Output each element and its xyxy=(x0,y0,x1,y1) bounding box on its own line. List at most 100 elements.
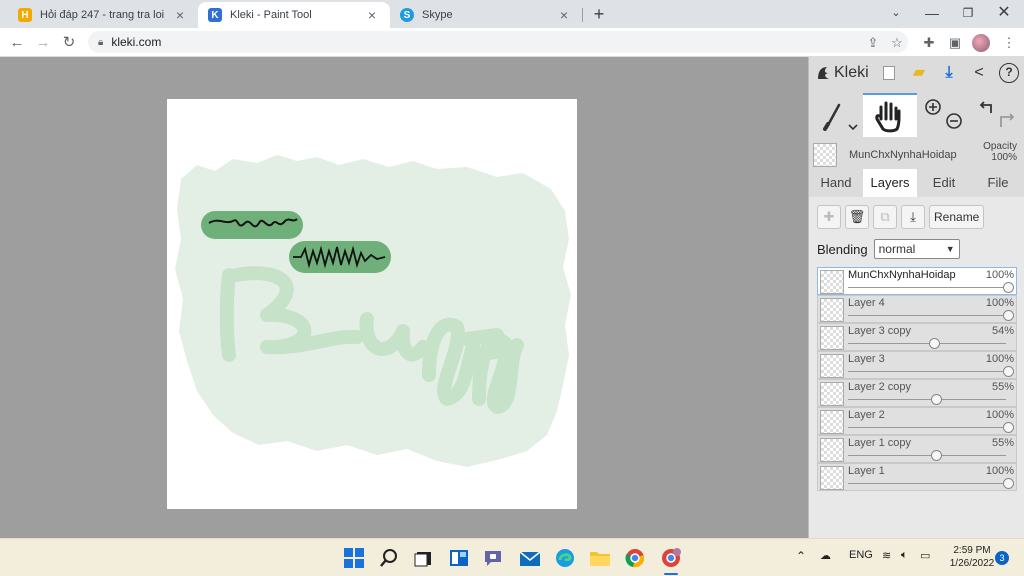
file-explorer-icon[interactable] xyxy=(588,546,612,570)
layer-row[interactable]: Layer 1 copy 55% xyxy=(817,435,1017,463)
opacity-slider-knob[interactable] xyxy=(929,338,941,349)
current-layer-thumbnail xyxy=(813,143,837,167)
opacity-slider-track[interactable] xyxy=(848,287,1006,288)
tool-row xyxy=(809,93,1024,137)
minimize-icon[interactable]: — xyxy=(914,2,950,24)
profile-avatar[interactable] xyxy=(972,34,990,52)
address-bar: ← → ↻ 🔒︎ kleki.com ⇪ ☆ ✚ ▣ ⋮ xyxy=(0,28,1024,57)
chrome-profile-icon[interactable] xyxy=(659,546,683,570)
edge-icon[interactable] xyxy=(553,546,577,570)
wifi-icon[interactable]: ≋ xyxy=(882,549,891,562)
chevron-down-icon: ▼ xyxy=(945,244,955,254)
add-layer-button[interactable]: ✚ xyxy=(817,205,841,229)
reload-icon[interactable]: ↻ xyxy=(58,32,80,54)
open-folder-icon[interactable]: ▰ xyxy=(909,63,929,83)
opacity-slider-knob[interactable] xyxy=(1003,366,1014,377)
brush-icon xyxy=(823,103,858,131)
current-layer-name: MunChxNynhaHoidap xyxy=(849,149,957,161)
opacity-slider-track[interactable] xyxy=(848,399,1006,400)
tab-layers[interactable]: Layers xyxy=(863,169,917,197)
url-field[interactable]: 🔒︎ kleki.com xyxy=(88,31,908,53)
layer-row[interactable]: Layer 2 copy 55% xyxy=(817,379,1017,407)
opacity-slider-knob[interactable] xyxy=(1003,310,1014,321)
opacity-value: 100% xyxy=(991,152,1017,163)
opacity-slider-track[interactable] xyxy=(848,371,1006,372)
layer-opacity: 54% xyxy=(991,325,1014,337)
menu-kebab-icon[interactable]: ⋮ xyxy=(998,32,1020,54)
blending-value: normal xyxy=(878,242,916,256)
download-icon[interactable]: ⤓ xyxy=(939,63,959,83)
opacity-slider-track[interactable] xyxy=(848,315,1006,316)
onedrive-icon[interactable]: ☁ xyxy=(820,549,831,562)
layer-opacity: 100% xyxy=(985,297,1014,309)
tab-kleki[interactable]: K Kleki - Paint Tool × xyxy=(198,2,390,28)
blending-select[interactable]: normal ▼ xyxy=(873,239,960,259)
tab-hoidap[interactable]: H Hỏi đáp 247 - trang tra loi × xyxy=(8,2,198,28)
notification-badge[interactable]: 3 xyxy=(995,551,1009,565)
tab-hand[interactable]: Hand xyxy=(809,169,863,197)
layer-row[interactable]: Layer 1 100% xyxy=(817,463,1017,491)
widgets-icon[interactable] xyxy=(447,546,471,570)
lock-icon: 🔒︎ xyxy=(98,36,104,48)
opacity-slider-knob[interactable] xyxy=(1003,478,1014,489)
extensions-icon[interactable]: ✚ xyxy=(918,32,940,54)
language-indicator[interactable]: ENG xyxy=(849,549,873,561)
tab-skype[interactable]: S Skype × xyxy=(390,2,582,28)
layer-name: Layer 1 copy xyxy=(848,437,911,449)
chevron-up-icon[interactable]: ⌃ xyxy=(796,549,806,563)
kleki-logo[interactable]: Kleki xyxy=(815,64,869,82)
opacity-slider-track[interactable] xyxy=(848,343,1006,344)
opacity-slider-knob[interactable] xyxy=(1003,282,1014,293)
window-close-icon[interactable]: ✕ xyxy=(986,2,1022,24)
mail-icon[interactable] xyxy=(518,546,542,570)
share-icon[interactable]: < xyxy=(969,63,989,83)
share-page-icon[interactable]: ⇪ xyxy=(862,32,884,54)
restore-icon[interactable]: ❐ xyxy=(950,2,986,24)
logo-text: Kleki xyxy=(834,64,869,81)
back-icon[interactable]: ← xyxy=(6,32,28,54)
layer-opacity: 55% xyxy=(991,437,1014,449)
tab-edit[interactable]: Edit xyxy=(917,169,971,197)
layer-row[interactable]: Layer 4 100% xyxy=(817,295,1017,323)
rename-button[interactable]: Rename xyxy=(929,205,985,229)
teams-chat-icon[interactable] xyxy=(482,546,506,570)
side-panel-icon[interactable]: ▣ xyxy=(944,32,966,54)
tab-search-icon[interactable]: ⌄ xyxy=(878,2,914,24)
drawing-canvas[interactable] xyxy=(167,99,577,509)
layer-row[interactable]: Layer 2 100% xyxy=(817,407,1017,435)
merge-down-button[interactable]: ⤓ xyxy=(901,205,925,229)
close-icon[interactable]: × xyxy=(172,7,188,23)
forward-icon[interactable]: → xyxy=(32,32,54,54)
start-icon[interactable] xyxy=(342,546,366,570)
layer-row[interactable]: Layer 3 100% xyxy=(817,351,1017,379)
new-tab-button[interactable]: + xyxy=(588,4,610,24)
opacity-slider-knob[interactable] xyxy=(931,394,942,405)
hand-tool-button[interactable] xyxy=(863,93,917,137)
delete-layer-button[interactable]: 🗑︎ xyxy=(845,205,869,229)
volume-icon[interactable]: 🔈︎ xyxy=(901,549,908,562)
layer-row[interactable]: MunChxNynhaHoidap 100% xyxy=(817,267,1017,295)
opacity-slider-knob[interactable] xyxy=(1003,422,1014,433)
help-icon[interactable]: ? xyxy=(999,63,1019,83)
system-clock[interactable]: 2:59 PM 1/26/2022 xyxy=(944,544,1000,570)
close-icon[interactable]: × xyxy=(556,7,572,23)
brush-tool-button[interactable] xyxy=(809,93,863,137)
layer-thumbnail xyxy=(820,438,844,462)
canvas-workspace[interactable] xyxy=(0,57,808,538)
layer-row[interactable]: Layer 3 copy 54% xyxy=(817,323,1017,351)
tab-file[interactable]: File xyxy=(971,169,1024,197)
task-view-icon[interactable] xyxy=(411,546,435,570)
opacity-slider-track[interactable] xyxy=(848,427,1006,428)
opacity-slider-track[interactable] xyxy=(848,483,1006,484)
layer-actions: ✚ 🗑︎ ⧉ ⤓ Rename xyxy=(817,205,985,231)
chrome-icon[interactable] xyxy=(623,546,647,570)
opacity-slider-track[interactable] xyxy=(848,455,1006,456)
opacity-slider-knob[interactable] xyxy=(931,450,942,461)
duplicate-layer-button[interactable]: ⧉ xyxy=(873,205,897,229)
kleki-icon: K xyxy=(208,8,222,22)
battery-icon[interactable]: ▭ xyxy=(920,549,930,562)
new-image-icon[interactable] xyxy=(879,63,899,83)
bookmark-star-icon[interactable]: ☆ xyxy=(886,32,908,54)
close-icon[interactable]: × xyxy=(364,7,380,23)
search-icon[interactable] xyxy=(377,546,401,570)
